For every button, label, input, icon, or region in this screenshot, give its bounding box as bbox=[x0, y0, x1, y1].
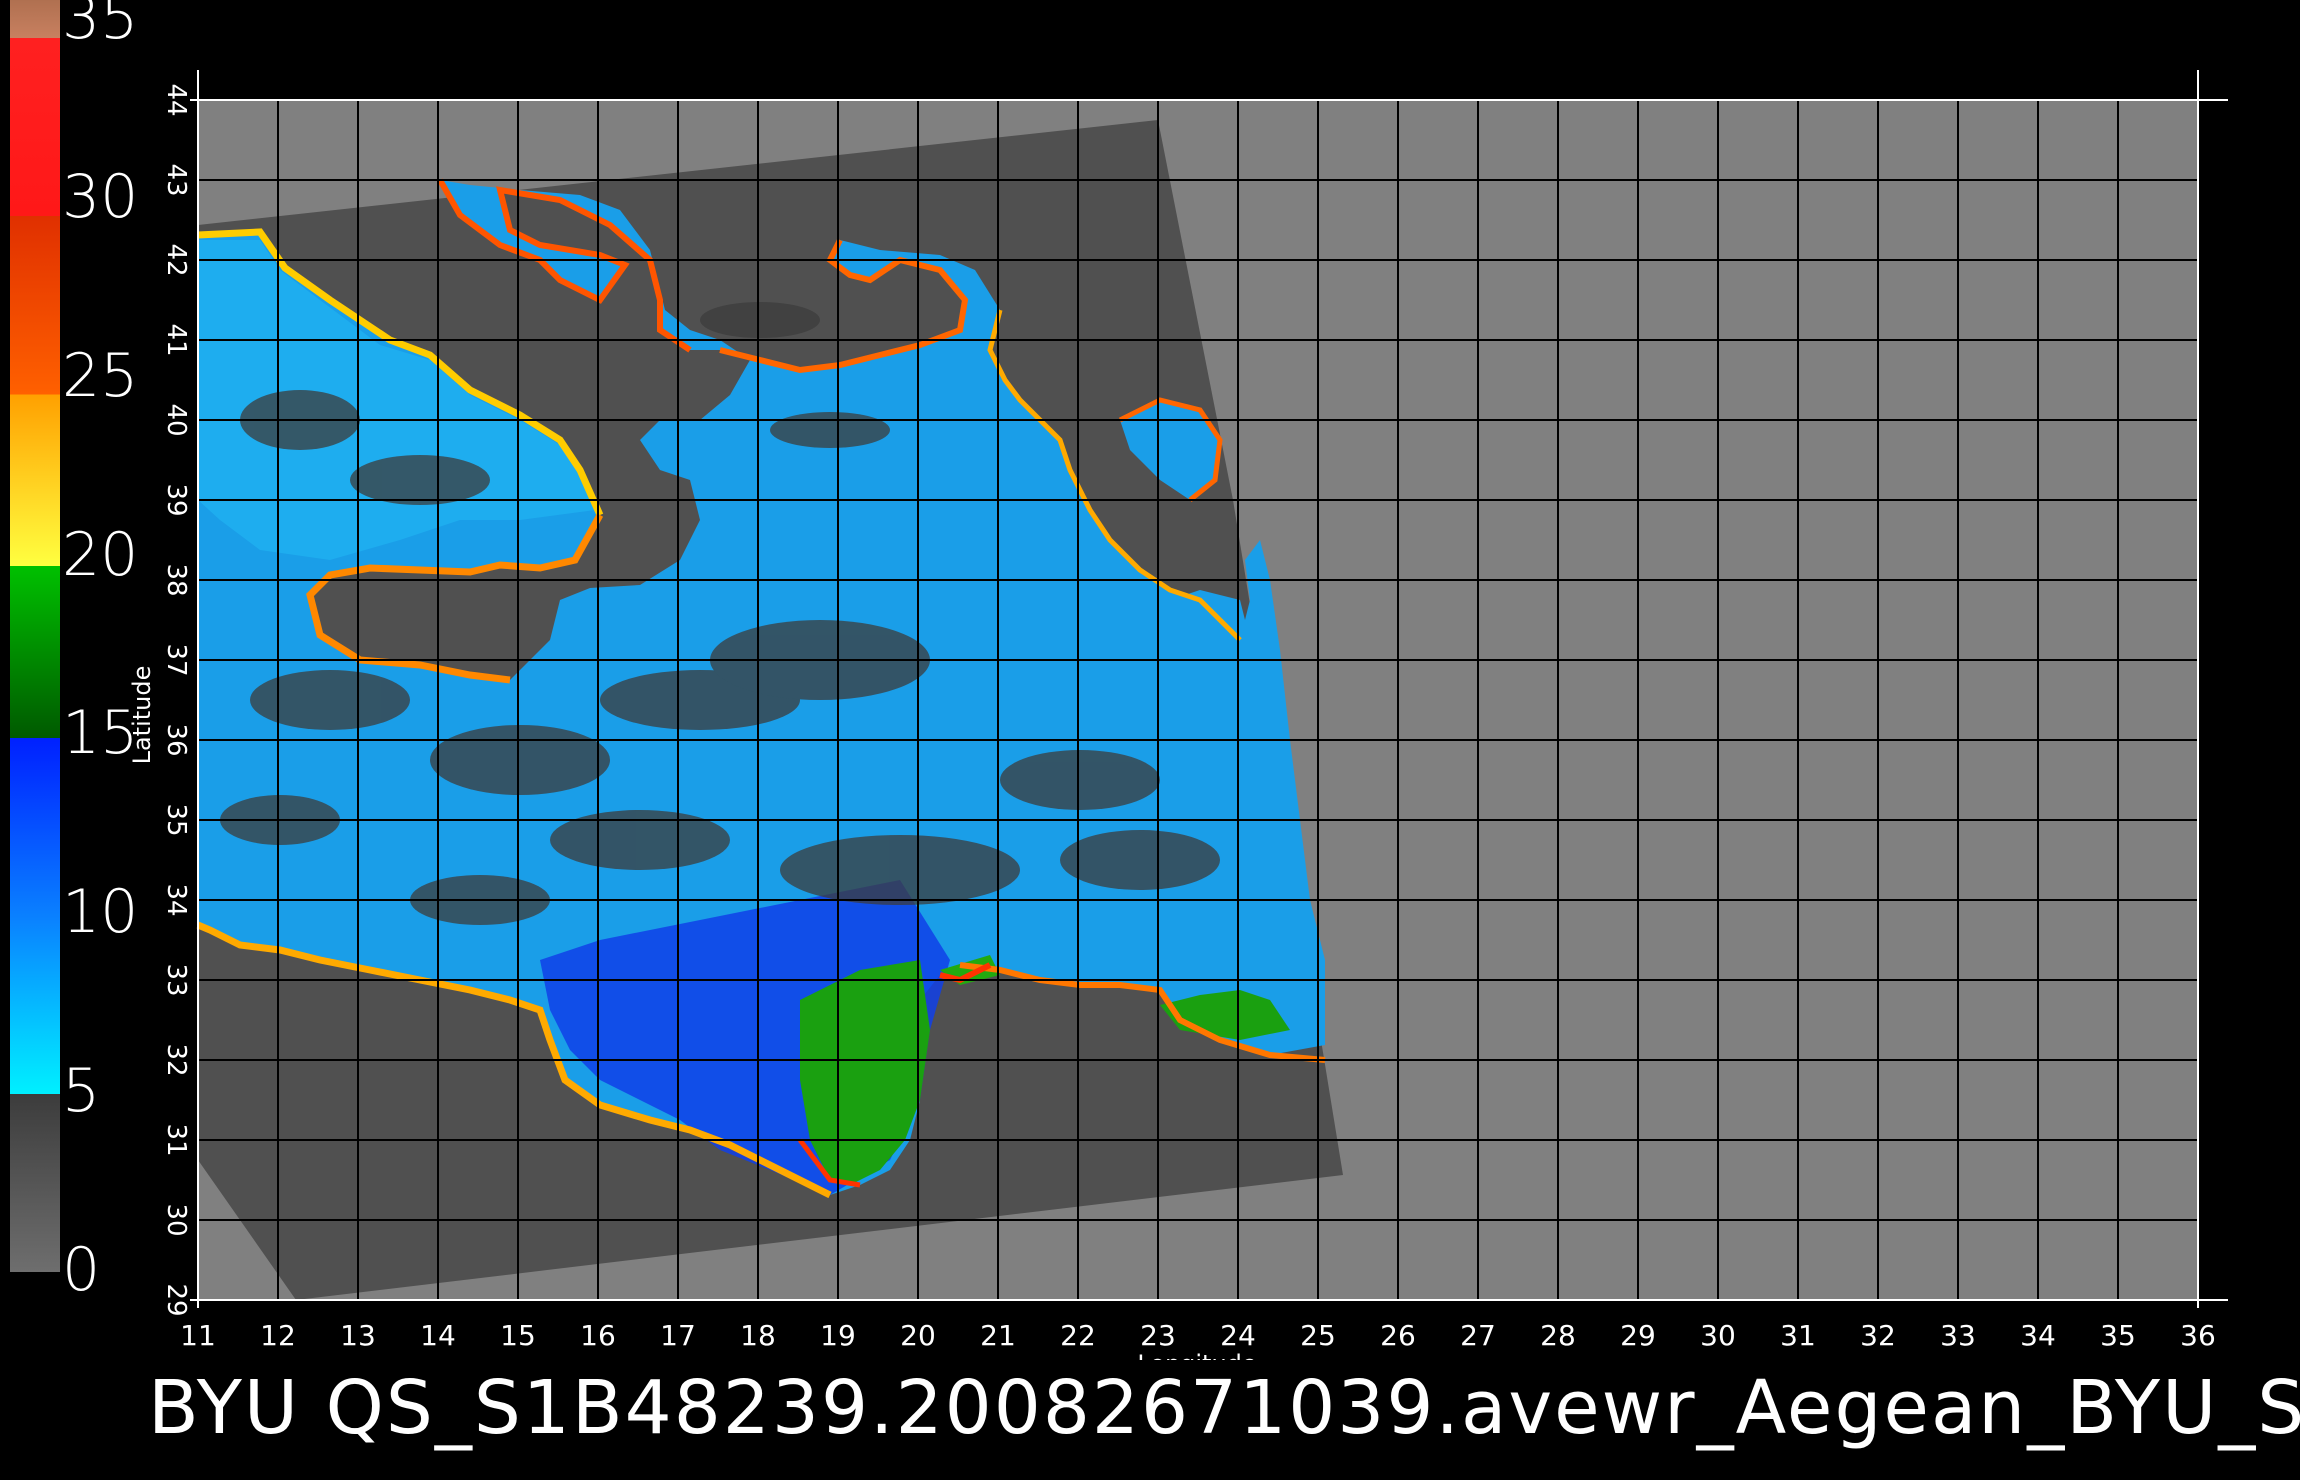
latitude-tick-label: 39 bbox=[161, 483, 191, 516]
longitude-tick-label: 24 bbox=[1220, 1319, 1256, 1352]
longitude-tick-label: 32 bbox=[1860, 1319, 1896, 1352]
latitude-tick-label: 40 bbox=[161, 403, 191, 436]
latitude-tick-label: 35 bbox=[161, 803, 191, 836]
latitude-tick-labels: 29 30 31 32 33 34 35 36 37 38 39 40 41 42 43 44 bbox=[161, 83, 191, 1316]
latitude-tick-label: 29 bbox=[161, 1283, 191, 1316]
longitude-tick-label: 15 bbox=[500, 1319, 536, 1352]
longitude-tick-label: 12 bbox=[260, 1319, 296, 1352]
longitude-tick-label: 21 bbox=[980, 1319, 1016, 1352]
latitude-tick-label: 42 bbox=[161, 243, 191, 276]
latitude-tick-label: 30 bbox=[161, 1203, 191, 1236]
latitude-tick-label: 34 bbox=[161, 883, 191, 916]
figure-title: BYU QS_S1B48239.20082671039.avewr_Aegean… bbox=[148, 1365, 2300, 1451]
longitude-tick-label: 19 bbox=[820, 1319, 856, 1352]
latitude-tick-label: 43 bbox=[161, 163, 191, 196]
longitude-tick-label: 34 bbox=[2020, 1319, 2056, 1352]
longitude-tick-label: 17 bbox=[660, 1319, 696, 1352]
longitude-tick-label: 29 bbox=[1620, 1319, 1656, 1352]
longitude-tick-label: 27 bbox=[1460, 1319, 1496, 1352]
latitude-tick-label: 31 bbox=[161, 1123, 191, 1156]
latitude-tick-label: 41 bbox=[161, 323, 191, 356]
longitude-tick-label: 23 bbox=[1140, 1319, 1176, 1352]
latitude-tick-label: 44 bbox=[161, 83, 191, 116]
longitude-tick-label: 11 bbox=[180, 1319, 216, 1352]
latitude-tick-label: 32 bbox=[161, 1043, 191, 1076]
longitude-tick-label: 18 bbox=[740, 1319, 776, 1352]
y-axis-label: Latitude bbox=[128, 666, 156, 765]
latitude-tick-label: 36 bbox=[161, 723, 191, 756]
longitude-tick-label: 25 bbox=[1300, 1319, 1336, 1352]
latitude-tick-label: 38 bbox=[161, 563, 191, 596]
latitude-tick-label: 33 bbox=[161, 963, 191, 996]
longitude-tick-label: 36 bbox=[2180, 1319, 2216, 1352]
longitude-tick-label: 35 bbox=[2100, 1319, 2136, 1352]
latitude-tick-label: 37 bbox=[161, 643, 191, 676]
longitude-tick-label: 30 bbox=[1700, 1319, 1736, 1352]
longitude-tick-label: 20 bbox=[900, 1319, 936, 1352]
x-axis-label: Longitude bbox=[1137, 1350, 1256, 1360]
longitude-tick-label: 26 bbox=[1380, 1319, 1416, 1352]
wind-map-figure: 0 5 10 15 20 25 30 35 11 12 13 14 15 16 … bbox=[0, 0, 2300, 1480]
longitude-tick-labels: 11 12 13 14 15 16 17 18 19 20 21 22 23 24 25 26 27 28 29 30… bbox=[180, 1319, 2216, 1352]
longitude-tick-label: 22 bbox=[1060, 1319, 1096, 1352]
longitude-tick-label: 13 bbox=[340, 1319, 376, 1352]
longitude-tick-label: 28 bbox=[1540, 1319, 1576, 1352]
longitude-tick-label: 16 bbox=[580, 1319, 616, 1352]
map-plot: 11 12 13 14 15 16 17 18 19 20 21 22 23 24 25 26 27 28 29 30… bbox=[128, 70, 2228, 1360]
longitude-tick-label: 33 bbox=[1940, 1319, 1976, 1352]
longitude-tick-label: 31 bbox=[1780, 1319, 1816, 1352]
longitude-tick-label: 14 bbox=[420, 1319, 456, 1352]
